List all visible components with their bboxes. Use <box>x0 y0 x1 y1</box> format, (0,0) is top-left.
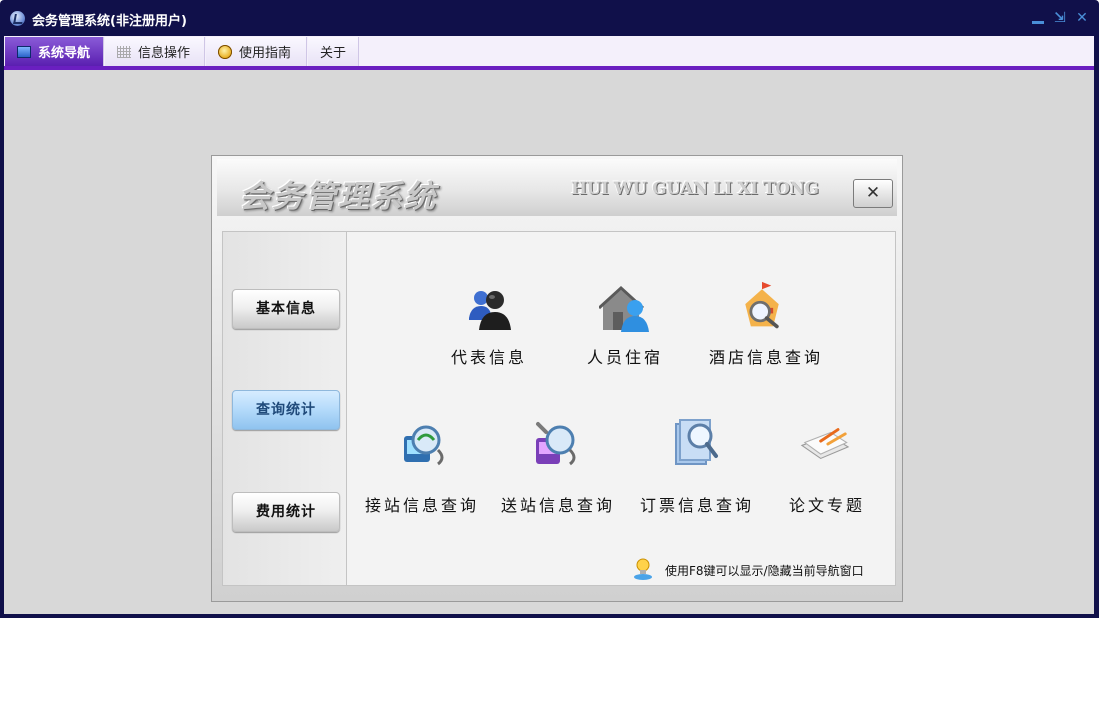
lightbulb-icon <box>634 558 652 580</box>
navigation-panel: 会务管理系统 HUI WU GUAN LI XI TONG ✕ 基本信息 查询统… <box>211 155 903 602</box>
sidebar-button-cost-stats[interactable]: 费用统计 <box>232 492 340 532</box>
panel-header: 会务管理系统 HUI WU GUAN LI XI TONG ✕ <box>217 159 897 216</box>
panel-sidebar: 基本信息 查询统计 费用统计 <box>222 231 347 586</box>
hotel-search-icon <box>745 281 779 329</box>
grid-icon <box>117 45 131 58</box>
tile-label: 代表信息 <box>451 348 528 367</box>
tab-system-navigation[interactable]: 系统导航 <box>5 37 104 66</box>
tab-label: 关于 <box>320 46 347 61</box>
tile-label: 接站信息查询 <box>365 496 480 515</box>
tile-label: 送站信息查询 <box>501 496 616 515</box>
panel-logo-pinyin: HUI WU GUAN LI XI TONG <box>571 179 819 199</box>
tile-label: 酒店信息查询 <box>709 348 824 367</box>
tab-label: 系统导航 <box>38 46 91 61</box>
pickup-search-icon <box>404 425 444 466</box>
window-title: 会务管理系统(非注册用户) <box>32 14 187 29</box>
tile-label: 人员住宿 <box>587 348 664 367</box>
tab-label: 信息操作 <box>138 46 191 61</box>
guide-icon <box>218 44 232 59</box>
app-logo-icon <box>10 11 25 26</box>
house-person-icon <box>599 285 649 332</box>
title-bar[interactable]: 会务管理系统(非注册用户) ⇲ ✕ <box>0 0 1099 36</box>
restore-button[interactable]: ⇲ <box>1053 10 1067 26</box>
panel-close-button[interactable]: ✕ <box>853 179 893 208</box>
sidebar-button-query-stats[interactable]: 查询统计 <box>232 390 340 430</box>
ticket-search-icon <box>675 419 718 465</box>
tab-info-operation[interactable]: 信息操作 <box>105 37 205 66</box>
monitor-icon <box>17 45 31 58</box>
minimize-button[interactable] <box>1031 10 1045 26</box>
tile-label: 订票信息查询 <box>640 496 755 515</box>
tile-label: 论文专题 <box>789 496 866 515</box>
people-icon <box>469 291 511 330</box>
dropoff-search-icon <box>536 422 576 466</box>
tab-label: 使用指南 <box>239 46 292 61</box>
navigation-hint: 使用F8键可以显示/隐藏当前导航窗口 <box>665 564 864 578</box>
panel-logo-chinese: 会务管理系统 <box>239 179 437 215</box>
tab-about[interactable]: 关于 <box>308 37 359 66</box>
paper-icon <box>800 428 850 460</box>
tab-user-guide[interactable]: 使用指南 <box>206 37 307 66</box>
panel-content: 代表信息 人员住宿 酒店信息查询 接站信息查询 送站信息查询 订票信息查询 论文… <box>347 231 896 586</box>
sidebar-button-basic-info[interactable]: 基本信息 <box>232 289 340 329</box>
close-button[interactable]: ✕ <box>1075 10 1089 26</box>
